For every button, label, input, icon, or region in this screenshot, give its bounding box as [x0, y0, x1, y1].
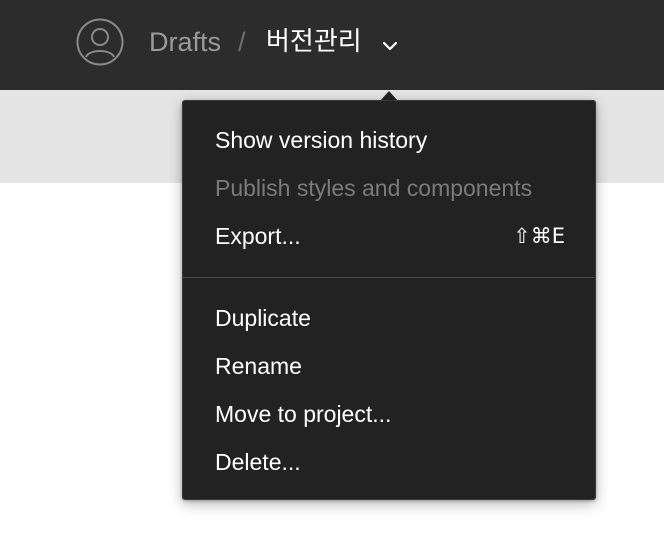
breadcrumb-separator: /: [238, 27, 246, 57]
chevron-down-icon[interactable]: [381, 40, 399, 52]
menu-item-duplicate[interactable]: Duplicate: [183, 298, 595, 338]
menu-item-label: Delete...: [215, 449, 301, 475]
menu-item-label: Export...: [215, 223, 301, 249]
menu-divider: [183, 277, 595, 278]
menu-item-label: Move to project...: [215, 401, 392, 427]
menu-item-label: Rename: [215, 353, 302, 379]
menu-item-label: Show version history: [215, 127, 428, 153]
menu-item-publish-styles: Publish styles and components: [183, 168, 595, 208]
breadcrumb-drafts-link[interactable]: Drafts: [149, 26, 221, 58]
top-toolbar: Drafts / 버전관리: [0, 0, 664, 90]
menu-item-rename[interactable]: Rename: [183, 346, 595, 386]
menu-item-label: Duplicate: [215, 305, 311, 331]
menu-item-label: Publish styles and components: [215, 175, 533, 201]
user-avatar-icon[interactable]: [76, 18, 124, 66]
menu-item-export[interactable]: Export... ⇧⌘E: [183, 216, 595, 256]
export-shortcut: ⇧⌘E: [513, 224, 565, 248]
menu-item-delete[interactable]: Delete...: [183, 442, 595, 482]
file-dropdown-menu: Show version history Publish styles and …: [182, 100, 596, 500]
menu-item-move-to-project[interactable]: Move to project...: [183, 394, 595, 434]
menu-item-show-version-history[interactable]: Show version history: [183, 120, 595, 160]
file-name-title[interactable]: 버전관리: [266, 26, 362, 58]
